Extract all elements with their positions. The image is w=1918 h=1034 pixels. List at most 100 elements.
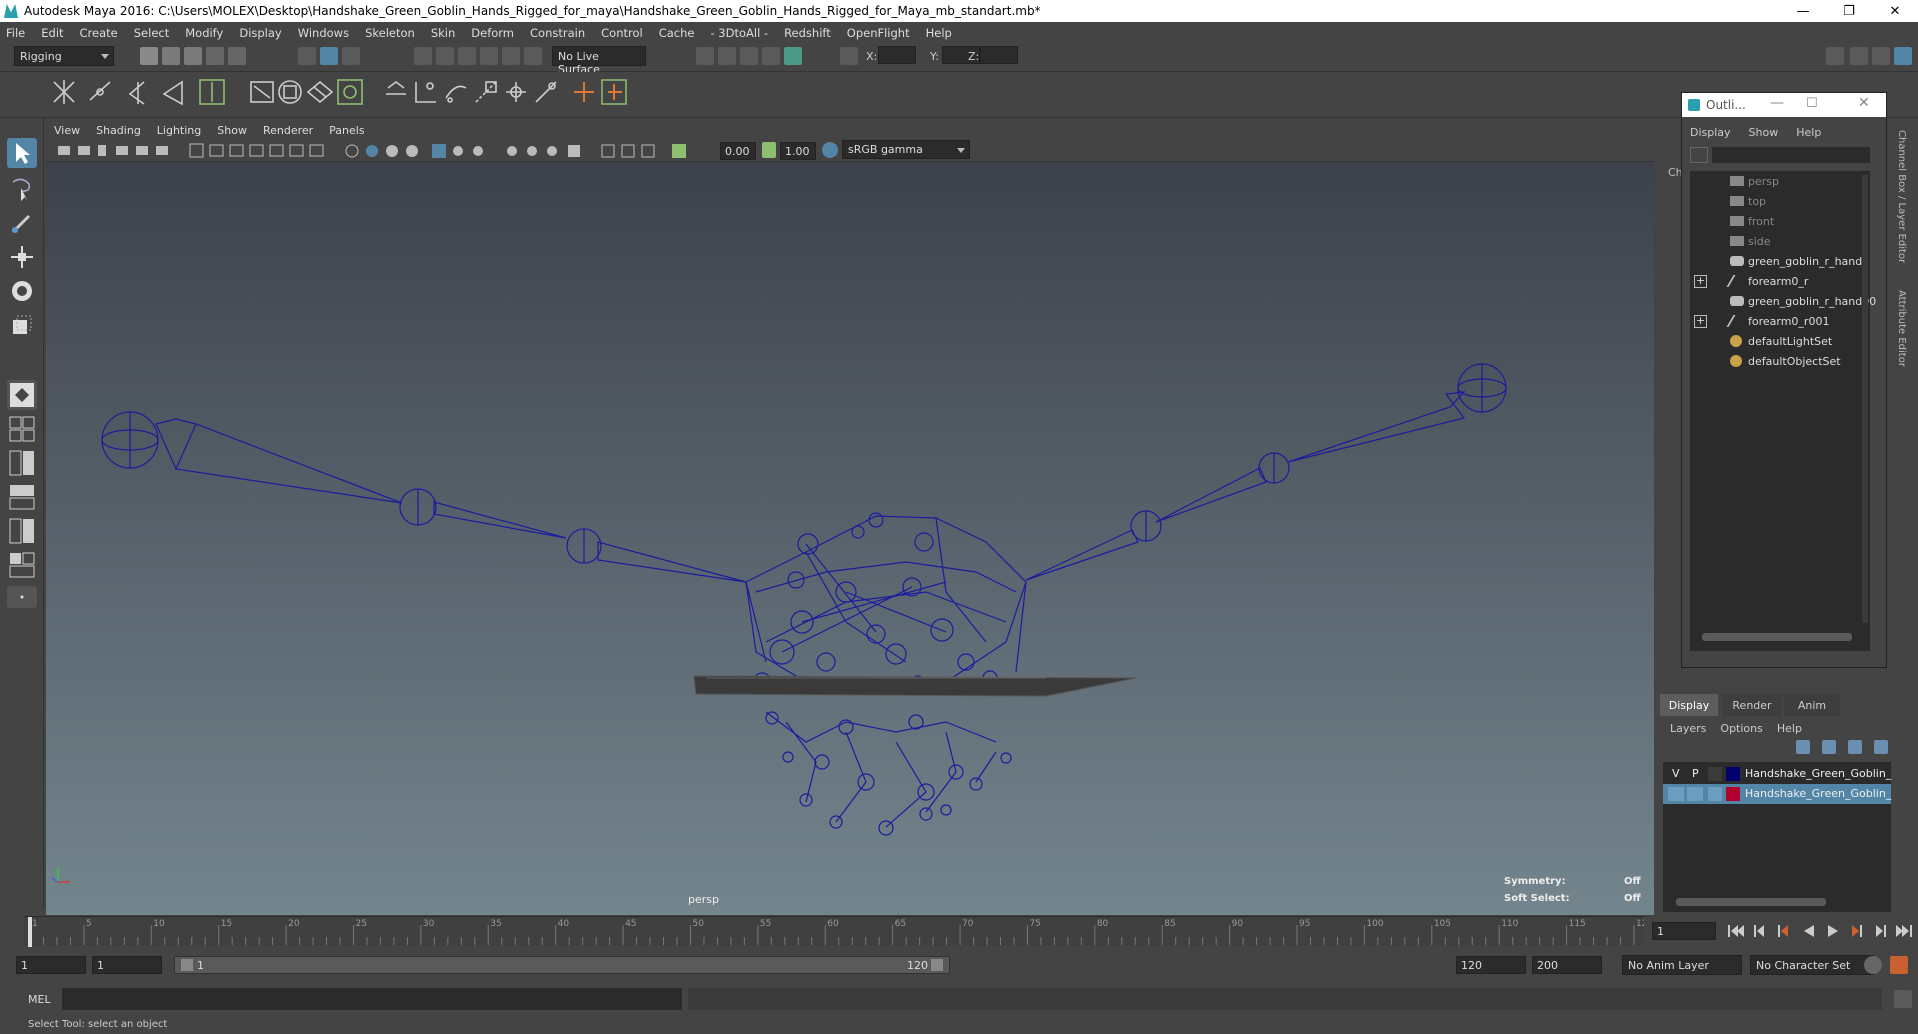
select-component-icon[interactable] <box>342 47 360 65</box>
outliner-menu-show[interactable]: Show <box>1749 126 1779 139</box>
menu-modify[interactable]: Modify <box>185 26 223 40</box>
exposure-field[interactable]: 0.00 <box>720 142 756 160</box>
menu-help[interactable]: Help <box>926 26 952 40</box>
outliner-horizontal-scrollbar[interactable] <box>1702 633 1852 641</box>
script-editor-icon[interactable] <box>1894 990 1912 1008</box>
persp-graph-layout-icon[interactable] <box>7 482 37 512</box>
current-frame-field[interactable]: 1 <box>1652 922 1716 940</box>
layer-type-toggle[interactable] <box>1708 787 1722 801</box>
color-space-dropdown[interactable]: sRGB gamma <box>842 140 970 159</box>
command-language-label[interactable]: MEL <box>28 993 51 1006</box>
layer-visible-toggle[interactable] <box>1668 787 1684 801</box>
select-tool-icon[interactable] <box>7 138 37 168</box>
minimize-button[interactable]: — <box>1780 0 1826 22</box>
layer-menu-layers[interactable]: Layers <box>1670 722 1706 735</box>
snap-magnet-icon[interactable] <box>524 47 542 65</box>
range-slider-right-handle[interactable] <box>931 959 943 971</box>
vp-menu-shading[interactable]: Shading <box>96 124 141 137</box>
layer-color-swatch[interactable] <box>1726 767 1740 781</box>
menu-skeleton[interactable]: Skeleton <box>365 26 415 40</box>
more-layouts-icon[interactable] <box>7 586 37 608</box>
menu-3dtoall[interactable]: - 3DtoAll - <box>710 26 768 40</box>
layer-playback-toggle[interactable] <box>1687 787 1703 801</box>
render-frame-icon[interactable] <box>718 47 736 65</box>
outliner-search-input[interactable] <box>1712 147 1870 163</box>
viewport-scene[interactable]: persp Symmetry: Off Soft Select: Off <box>46 162 1654 915</box>
layer-type-toggle[interactable] <box>1708 767 1722 781</box>
outliner-maximize-button[interactable]: ☐ <box>1806 96 1818 111</box>
vp-menu-view[interactable]: View <box>54 124 80 137</box>
attribute-editor-icon[interactable] <box>1850 47 1868 65</box>
new-layer-selected-icon[interactable] <box>1874 740 1888 754</box>
live-surface-field[interactable]: No Live Surface <box>552 46 646 76</box>
menu-file[interactable]: File <box>6 26 25 40</box>
outliner-minimize-button[interactable]: — <box>1770 95 1784 111</box>
layer-row[interactable]: V P Handshake_Green_Goblin_ <box>1663 764 1891 784</box>
auto-key-icon[interactable] <box>1864 956 1882 974</box>
layer-menu-help[interactable]: Help <box>1777 722 1802 735</box>
tab-display[interactable]: Display <box>1660 694 1718 716</box>
menu-control[interactable]: Control <box>601 26 643 40</box>
gamma-icon[interactable] <box>762 142 776 158</box>
menu-select[interactable]: Select <box>134 26 169 40</box>
animation-start-field[interactable]: 1 <box>16 956 86 974</box>
undo-icon[interactable] <box>206 47 224 65</box>
channel-box-icon[interactable] <box>1894 47 1912 65</box>
menu-display[interactable]: Display <box>239 26 281 40</box>
outliner-close-button[interactable]: ✕ <box>1858 95 1870 111</box>
x-field[interactable] <box>878 46 916 64</box>
gamma-field[interactable]: 1.00 <box>780 142 816 160</box>
move-layer-up-icon[interactable] <box>1796 740 1810 754</box>
snap-point-icon[interactable] <box>458 47 476 65</box>
tab-anim[interactable]: Anim <box>1784 694 1840 716</box>
single-perspective-layout-icon[interactable] <box>7 380 37 410</box>
layer-menu-options[interactable]: Options <box>1720 722 1762 735</box>
restore-button[interactable]: ❐ <box>1826 0 1872 22</box>
outliner-filter-icon[interactable] <box>1690 147 1708 163</box>
snap-curve-icon[interactable] <box>436 47 454 65</box>
vp-menu-show[interactable]: Show <box>217 124 247 137</box>
redo-icon[interactable] <box>228 47 246 65</box>
snap-surface-icon[interactable] <box>502 47 520 65</box>
layer-color-swatch[interactable] <box>1726 787 1740 801</box>
character-set-dropdown[interactable]: No Character Set <box>1750 955 1874 975</box>
move-tool-icon[interactable] <box>7 242 37 272</box>
expand-plus-icon[interactable]: + <box>1694 314 1707 328</box>
menu-cache[interactable]: Cache <box>659 26 695 40</box>
move-layer-down-icon[interactable] <box>1822 740 1836 754</box>
close-button[interactable]: ✕ <box>1872 0 1918 22</box>
color-management-icon[interactable] <box>822 142 838 158</box>
layer-horizontal-scrollbar[interactable] <box>1676 898 1826 906</box>
menu-create[interactable]: Create <box>80 26 118 40</box>
outliner-menu-help[interactable]: Help <box>1796 126 1821 139</box>
select-object-icon[interactable] <box>320 47 338 65</box>
lasso-tool-icon[interactable] <box>7 174 37 204</box>
snap-view-icon[interactable] <box>480 47 498 65</box>
scale-tool-icon[interactable] <box>7 310 37 340</box>
playback-end-field[interactable]: 120 <box>1456 956 1526 974</box>
expand-plus-icon[interactable]: + <box>1694 274 1707 288</box>
hypershade-icon[interactable] <box>784 47 802 65</box>
snap-grid-icon[interactable] <box>414 47 432 65</box>
anim-layer-dropdown[interactable]: No Anim Layer <box>1622 955 1742 975</box>
vp-menu-lighting[interactable]: Lighting <box>157 124 201 137</box>
animation-preferences-icon[interactable] <box>1890 956 1908 974</box>
layer-playback-toggle[interactable]: P <box>1692 767 1699 780</box>
vp-menu-panels[interactable]: Panels <box>329 124 364 137</box>
layer-name[interactable]: Handshake_Green_Goblin_ <box>1745 787 1891 800</box>
animation-end-field[interactable]: 200 <box>1532 956 1602 974</box>
menuset-dropdown[interactable]: Rigging <box>14 46 114 66</box>
menu-redshift[interactable]: Redshift <box>784 26 831 40</box>
outliner-menu-display[interactable]: Display <box>1690 126 1731 139</box>
tab-render[interactable]: Render <box>1722 694 1782 716</box>
transform-mode-icon[interactable] <box>840 47 858 65</box>
modeling-toolkit-icon[interactable] <box>1826 47 1844 65</box>
ipr-render-icon[interactable] <box>740 47 758 65</box>
outliner-vertical-scrollbar[interactable] <box>1862 175 1868 623</box>
menu-deform[interactable]: Deform <box>471 26 514 40</box>
command-input[interactable] <box>62 988 682 1010</box>
menu-windows[interactable]: Windows <box>298 26 349 40</box>
attribute-editor-side-tab[interactable]: Attribute Editor <box>1896 290 1907 367</box>
menu-openflight[interactable]: OpenFlight <box>847 26 910 40</box>
render-settings-icon[interactable] <box>696 47 714 65</box>
